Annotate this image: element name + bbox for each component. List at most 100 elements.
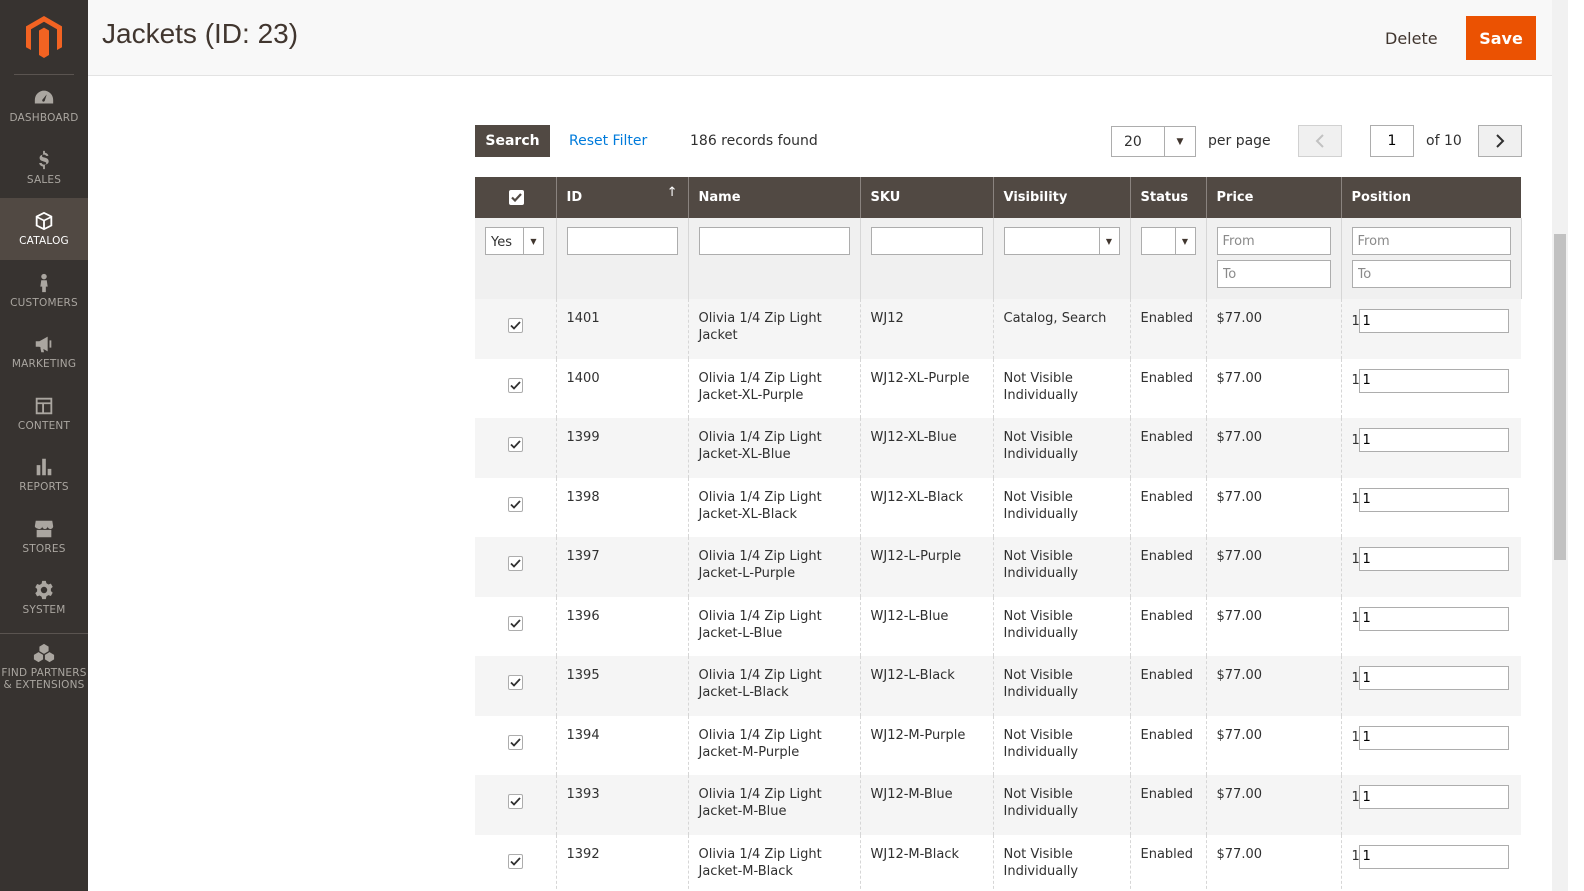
cell-position: 1 (1341, 478, 1521, 538)
nav-item-dashboard[interactable]: DASHBOARD (0, 75, 88, 137)
position-value-text: 1 (1351, 849, 1360, 864)
cell-status: Enabled (1130, 299, 1207, 359)
visibility-filter-select[interactable]: ▼ (1003, 227, 1120, 255)
table-row[interactable]: 1400 Olivia 1/4 Zip Light Jacket-XL-Purpl… (475, 358, 1521, 418)
column-header-visibility[interactable]: Visibility (993, 177, 1131, 218)
cell-sku: WJ12-XL-Blue (860, 418, 994, 478)
next-page-button[interactable] (1478, 125, 1522, 157)
filter-id-cell (556, 218, 689, 299)
checkmark-icon (511, 192, 522, 202)
position-editor: 1 (1352, 785, 1512, 809)
row-checkbox[interactable] (507, 496, 523, 512)
column-header-status[interactable]: Status (1130, 177, 1207, 218)
id-filter-input[interactable] (566, 227, 678, 255)
delete-button[interactable]: Delete (1373, 16, 1450, 60)
select-all-checkbox[interactable] (509, 189, 524, 205)
price-from-input[interactable] (1216, 227, 1331, 255)
table-row[interactable]: 1399 Olivia 1/4 Zip Light Jacket-XL-Blue W… (475, 418, 1521, 478)
column-header-id[interactable]: ID ↑ (556, 177, 689, 218)
row-checkbox[interactable] (507, 318, 523, 333)
cell-sku: WJ12-L-Black (860, 656, 994, 716)
position-value-text: 1 (1351, 492, 1360, 507)
position-from-input[interactable] (1351, 227, 1511, 255)
cubes-icon (33, 643, 55, 662)
position-input[interactable] (1358, 547, 1509, 571)
price-to-input[interactable] (1216, 260, 1331, 288)
position-input[interactable] (1358, 785, 1509, 809)
nav-find-partners[interactable]: FIND PARTNERS & EXTENSIONS (0, 632, 88, 699)
filter-in-category-cell: Yes ▼ (475, 218, 557, 299)
cell-price: $77.00 (1206, 537, 1342, 597)
page-scrollbar-thumb[interactable] (1554, 234, 1566, 560)
column-header-sku[interactable]: SKU (860, 177, 994, 218)
nav-item-content[interactable]: CONTENT (0, 383, 88, 445)
table-row[interactable]: 1393 Olivia 1/4 Zip Light Jacket-M-Blue WJ… (475, 775, 1521, 835)
row-checkbox[interactable] (507, 556, 523, 571)
cell-price: $77.00 (1206, 596, 1342, 656)
row-checkbox[interactable] (507, 853, 523, 869)
filter-status-cell: ▼ (1130, 218, 1207, 299)
nav-item-marketing[interactable]: MARKETING (0, 321, 88, 383)
filter-price-cell (1206, 218, 1342, 299)
position-input[interactable] (1358, 844, 1509, 869)
table-row[interactable]: 1397 Olivia 1/4 Zip Light Jacket-L-Purple… (475, 537, 1521, 597)
table-row[interactable]: 1395 Olivia 1/4 Zip Light Jacket-L-Black W… (475, 656, 1521, 716)
cell-visibility: Not Visible Individually (993, 775, 1131, 835)
cell-visibility: Not Visible Individually (993, 358, 1131, 418)
position-to-input[interactable] (1351, 260, 1511, 288)
page-title: Jackets (ID: 23) (102, 18, 299, 49)
records-found: 186 records found (690, 133, 818, 149)
nav-item-catalog[interactable]: CATALOG (0, 198, 88, 260)
cell-visibility: Not Visible Individually (993, 418, 1131, 478)
position-input[interactable] (1358, 666, 1509, 690)
nav-item-system[interactable]: SYSTEM (0, 567, 88, 629)
row-checkbox[interactable] (507, 437, 523, 452)
row-checkbox[interactable] (507, 734, 523, 750)
per-page-select[interactable]: 20 ▼ (1111, 126, 1196, 157)
reset-filter-link[interactable]: Reset Filter (569, 133, 647, 149)
column-header-name[interactable]: Name (688, 177, 861, 218)
cell-sku: WJ12-XL-Purple (860, 358, 994, 418)
position-editor: 1 (1352, 547, 1512, 571)
cell-status: Enabled (1130, 596, 1207, 656)
row-checkbox[interactable] (507, 794, 523, 809)
sku-filter-input[interactable] (870, 227, 983, 255)
row-checkbox[interactable] (507, 615, 523, 631)
previous-page-button[interactable] (1298, 125, 1342, 157)
nav-item-stores[interactable]: STORES (0, 506, 88, 568)
nav-item-reports[interactable]: REPORTS (0, 444, 88, 506)
magento-logo[interactable] (14, 0, 74, 75)
cell-visibility: Not Visible Individually (993, 477, 1131, 537)
current-page-input[interactable] (1370, 125, 1414, 157)
save-button[interactable]: Save (1466, 16, 1536, 60)
nav-item-label: STORES (22, 542, 66, 555)
header-select-all[interactable] (475, 177, 557, 218)
per-page-label: per page (1208, 133, 1271, 149)
in-category-filter-select[interactable]: Yes ▼ (485, 227, 544, 255)
position-input[interactable] (1358, 487, 1509, 512)
position-input[interactable] (1358, 428, 1509, 452)
status-filter-select[interactable]: ▼ (1140, 227, 1196, 255)
row-checkbox-cell (475, 715, 557, 775)
total-pages: of 10 (1426, 133, 1462, 149)
table-row[interactable]: 1401 Olivia 1/4 Zip Light Jacket WJ12 Catal… (475, 299, 1521, 359)
cell-sku: WJ12-L-Blue (860, 596, 994, 656)
table-row[interactable]: 1396 Olivia 1/4 Zip Light Jacket-L-Blue WJ… (475, 596, 1521, 656)
table-row[interactable]: 1398 Olivia 1/4 Zip Light Jacket-XL-Black… (475, 477, 1521, 538)
cell-name: Olivia 1/4 Zip Light Jacket-M-Purple (688, 715, 861, 775)
position-input[interactable] (1358, 368, 1509, 393)
table-row[interactable]: 1394 Olivia 1/4 Zip Light Jacket-M-Purple… (475, 715, 1521, 775)
position-input[interactable] (1358, 725, 1509, 750)
position-input[interactable] (1358, 606, 1509, 631)
position-value-text: 1 (1351, 670, 1360, 686)
table-row[interactable]: 1392 Olivia 1/4 Zip Light Jacket-M-Black W… (475, 834, 1521, 891)
row-checkbox[interactable] (507, 675, 523, 690)
column-header-position[interactable]: Position (1341, 177, 1521, 218)
nav-item-customers[interactable]: CUSTOMERS (0, 260, 88, 322)
column-header-price[interactable]: Price (1206, 177, 1342, 218)
nav-item-sales[interactable]: SALES (0, 137, 88, 199)
row-checkbox[interactable] (507, 377, 523, 393)
search-button[interactable]: Search (475, 125, 550, 157)
position-input[interactable] (1358, 309, 1509, 333)
name-filter-input[interactable] (698, 227, 850, 255)
